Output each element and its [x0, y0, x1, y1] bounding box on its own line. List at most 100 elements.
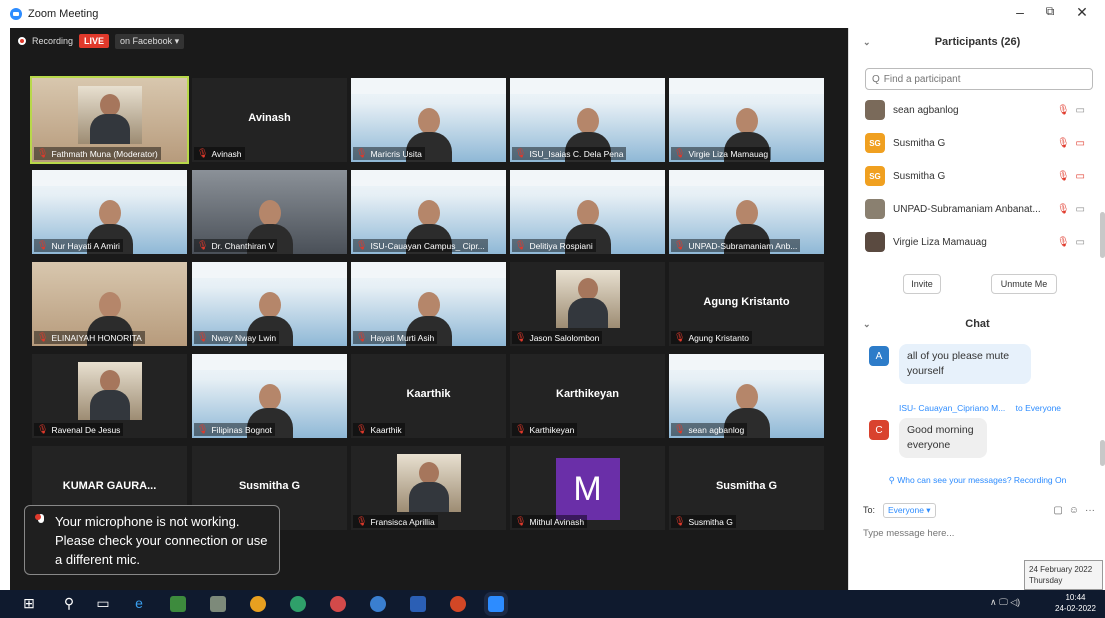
profile-picture — [77, 86, 142, 144]
participant-row[interactable]: SG Susmitha G 🎙 ▭ — [865, 162, 1099, 190]
chat-collapse-chevron-icon[interactable]: ⌄ — [863, 319, 871, 330]
chrome-profile-icon[interactable] — [370, 596, 386, 612]
video-tile[interactable]: 🎙 Virgie Liza Mamauag — [669, 78, 824, 162]
muted-mic-icon: 🎙 — [1056, 137, 1070, 149]
video-tile[interactable]: 🎙 Hayati Murti Asih — [351, 262, 506, 346]
video-tile[interactable]: 🎙 Maricris Usita — [351, 78, 506, 162]
chrome-profile-icon[interactable] — [290, 596, 306, 612]
muted-mic-icon: 🎙 — [515, 332, 527, 342]
participant-name: Dr. Chanthiran V — [211, 240, 275, 251]
image-viewer-icon[interactable] — [170, 596, 186, 612]
muted-mic-icon: 🎙 — [37, 240, 49, 250]
tile-name-label: 🎙 Fransisca Aprillia — [353, 515, 438, 528]
tile-name-label: 🎙 Dr. Chanthiran V — [194, 239, 278, 252]
video-tile[interactable]: 🎙 Ravenal De Jesus — [32, 354, 187, 438]
tile-name-label: 🎙 ELINAIYAH HONORITA — [34, 331, 145, 344]
participant-name: Susmitha G — [893, 170, 946, 182]
tooltip-day: Thursday — [1029, 576, 1063, 585]
system-tray[interactable]: ∧ 🖵 ◁) — [990, 597, 1020, 608]
participant-scrollbar[interactable] — [1100, 212, 1105, 258]
video-tile[interactable]: 🎙 Filipinas Bognot — [192, 354, 347, 438]
video-tile[interactable]: M 🎙 Mithul Avinash — [510, 446, 665, 530]
participant-row[interactable]: Virgie Liza Mamauag 🎙 ▭ — [865, 228, 1099, 256]
video-tile[interactable]: Agung Kristanto 🎙 Agung Kristanto — [669, 262, 824, 346]
file-icon[interactable]: ▢ — [1053, 505, 1062, 516]
video-tile[interactable]: 🎙 sean agbanlog — [669, 354, 824, 438]
minimize-button[interactable]: – — [1010, 4, 1030, 20]
mic-warning-toast: Your microphone is not working. Please c… — [24, 505, 280, 575]
search-icon[interactable]: ⚲ — [60, 594, 78, 612]
participant-status-icons: 🎙 ▭ — [1057, 138, 1085, 149]
muted-mic-icon: 🎙 — [37, 332, 49, 342]
participant-row[interactable]: UNPAD-Subramaniam Anbanat... 🎙 ▭ — [865, 195, 1099, 223]
participant-name: Karthikeyan — [529, 424, 575, 435]
collapse-chevron-icon[interactable]: ⌄ — [863, 37, 871, 48]
video-tile[interactable]: Avinash 🎙 Avinash — [192, 78, 347, 162]
chat-message-input[interactable] — [863, 524, 1093, 542]
tile-name-label: 🎙 Virgie Liza Mamauag — [671, 147, 772, 160]
video-tile[interactable]: Susmitha G 🎙 Susmitha G — [669, 446, 824, 530]
task-view-icon[interactable]: ▭ — [94, 594, 112, 612]
privacy-notice[interactable]: ⚲ Who can see your messages? Recording O… — [849, 475, 1105, 486]
more-icon[interactable]: ··· — [1085, 505, 1095, 516]
muted-mic-icon: 🎙 — [674, 516, 686, 526]
live-platform-dropdown[interactable]: on Facebook ▾ — [115, 33, 185, 49]
video-tile[interactable]: 🎙 Nway Nway Lwin — [192, 262, 347, 346]
video-tile[interactable]: 🎙 ISU-Cauayan Campus_ Cipr... — [351, 170, 506, 254]
camera-icon: ▭ — [1075, 104, 1085, 116]
video-tile[interactable]: 🎙 Fransisca Aprillia — [351, 446, 506, 530]
unmute-me-button[interactable]: Unmute Me — [991, 274, 1057, 294]
participant-search-input[interactable] — [883, 73, 1074, 85]
to-label: To: — [863, 505, 876, 515]
participant-name: Avinash — [211, 148, 242, 159]
word-icon[interactable] — [410, 596, 426, 612]
invite-button[interactable]: Invite — [903, 274, 941, 294]
zoom-taskbar-icon[interactable] — [488, 596, 504, 612]
profile-picture — [77, 362, 142, 420]
avatar — [865, 199, 885, 219]
video-tile[interactable]: Kaarthik 🎙 Kaarthik — [351, 354, 506, 438]
participant-row[interactable]: SG Susmitha G 🎙 ▭ — [865, 129, 1099, 157]
maximize-button[interactable]: ⧉ — [1040, 4, 1060, 19]
muted-mic-icon: 🎙 — [1056, 104, 1070, 116]
video-tile[interactable]: 🎙 UNPAD-Subramaniam Anb... — [669, 170, 824, 254]
paint-icon[interactable] — [210, 596, 226, 612]
video-tile[interactable]: 🎙 ELINAIYAH HONORITA — [32, 262, 187, 346]
chrome-icon[interactable] — [250, 596, 266, 612]
participant-row[interactable]: sean agbanlog 🎙 ▭ — [865, 96, 1099, 124]
date-tooltip: 24 February 2022 Thursday — [1024, 560, 1103, 590]
emoji-icon[interactable]: ☺ — [1069, 505, 1079, 516]
video-tile[interactable]: 🎙 Fathmath Muna (Moderator) — [30, 76, 189, 164]
muted-mic-icon: 🎙 — [515, 424, 527, 434]
recipient-select[interactable]: Everyone ▾ — [883, 502, 936, 518]
close-button[interactable]: ✕ — [1072, 4, 1092, 21]
chrome-profile-icon[interactable] — [330, 596, 346, 612]
taskbar-clock[interactable]: 10:44 24-02-2022 — [1048, 592, 1103, 614]
video-tile[interactable]: 🎙 Nur Hayati A Amiri — [32, 170, 187, 254]
video-tile[interactable]: 🎙 Jason Salolombon — [510, 262, 665, 346]
participant-search[interactable]: Q — [865, 68, 1093, 90]
windows-start-icon[interactable]: ⊞ — [20, 594, 38, 612]
video-tile[interactable]: 🎙 Dr. Chanthiran V — [192, 170, 347, 254]
chat-sender-recipient[interactable]: to Everyone — [1016, 403, 1061, 413]
video-tile[interactable]: 🎙 Delitiya Rospiani — [510, 170, 665, 254]
title-bar: Zoom Meeting – ⧉ ✕ — [0, 0, 1105, 28]
participant-name: Agung Kristanto — [688, 332, 749, 343]
muted-mic-icon: 🎙 — [515, 516, 527, 526]
tile-name-label: 🎙 Karthikeyan — [512, 423, 578, 436]
video-tile[interactable]: Karthikeyan 🎙 Karthikeyan — [510, 354, 665, 438]
live-badge[interactable]: LIVE — [79, 34, 110, 48]
mic-warning-icon — [35, 514, 47, 528]
muted-mic-icon: 🎙 — [1056, 236, 1070, 248]
tile-name-label: 🎙 Fathmath Muna (Moderator) — [34, 147, 161, 160]
avatar — [865, 232, 885, 252]
chat-message: all of you please mute yourself — [899, 344, 1031, 384]
mic-warning-text: Your microphone is not working. Please c… — [55, 514, 268, 567]
video-tile[interactable]: 🎙 ISU_Isaias C. Dela Pena — [510, 78, 665, 162]
powerpoint-icon[interactable] — [450, 596, 466, 612]
zoom-logo-icon — [10, 8, 22, 20]
chat-scrollbar[interactable] — [1100, 440, 1105, 466]
chat-sender-name[interactable]: ISU- Cauayan_Cipriano M... — [899, 403, 1005, 413]
edge-browser-icon[interactable]: e — [130, 594, 148, 612]
participant-name: Fathmath Muna (Moderator) — [51, 148, 158, 159]
